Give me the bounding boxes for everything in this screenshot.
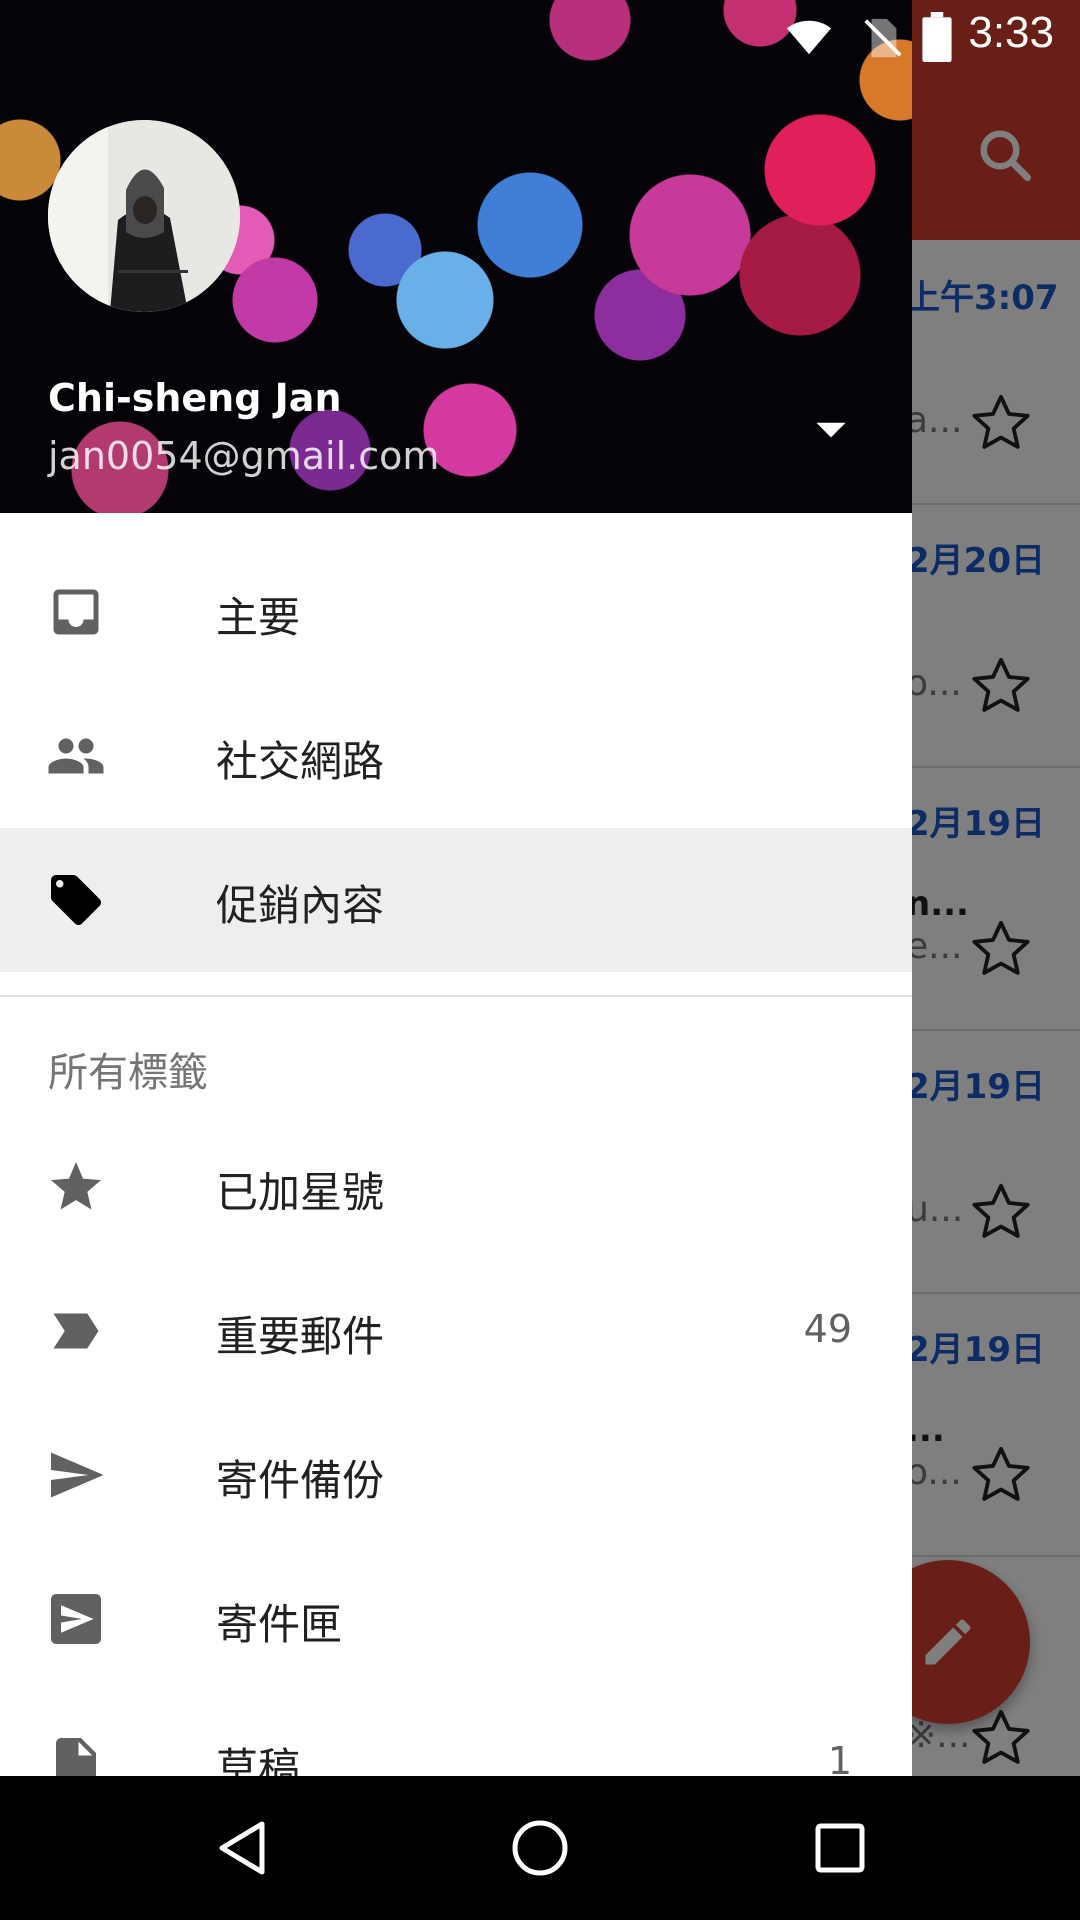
wifi-icon bbox=[786, 20, 832, 55]
back-icon[interactable] bbox=[210, 1816, 274, 1880]
no-sim-icon bbox=[864, 18, 902, 58]
inbox-icon bbox=[53, 589, 99, 635]
nav-item-important[interactable]: 重要郵件 49 bbox=[0, 1259, 912, 1403]
avatar-photo bbox=[48, 120, 240, 312]
unread-count: 49 bbox=[803, 1307, 852, 1351]
account-header[interactable]: Chi-sheng Jan jan0054@gmail.com bbox=[0, 0, 912, 513]
status-time: 3:33 bbox=[968, 8, 1054, 57]
nav-item-label: 促銷內容 bbox=[216, 881, 385, 930]
recents-icon[interactable] bbox=[808, 1816, 872, 1880]
status-bar: 3:33 bbox=[0, 0, 1080, 72]
avatar[interactable] bbox=[48, 120, 240, 312]
home-icon[interactable] bbox=[508, 1816, 572, 1880]
account-name: Chi-sheng Jan bbox=[48, 376, 342, 420]
nav-item-outbox[interactable]: 寄件匣 bbox=[0, 1547, 912, 1691]
account-dropdown-icon[interactable] bbox=[806, 404, 856, 454]
system-navigation-bar bbox=[0, 1776, 1080, 1920]
nav-item-label: 社交網路 bbox=[216, 737, 385, 786]
star-icon bbox=[51, 1162, 101, 1210]
nav-item-label: 已加星號 bbox=[216, 1168, 385, 1217]
battery-icon bbox=[922, 12, 952, 62]
navigation-drawer: Chi-sheng Jan jan0054@gmail.com 主要 社交網路 … bbox=[0, 0, 912, 1776]
nav-item-drafts[interactable]: 草稿 1 bbox=[0, 1691, 912, 1776]
nav-item-label: 寄件備份 bbox=[216, 1456, 385, 1505]
nav-item-social[interactable]: 社交網路 bbox=[0, 684, 912, 828]
outbox-icon bbox=[51, 1594, 101, 1644]
nav-item-primary[interactable]: 主要 bbox=[0, 540, 912, 684]
nav-item-promotions[interactable]: 促銷內容 bbox=[0, 828, 912, 972]
section-header: 所有標籤 bbox=[48, 1050, 208, 1096]
nav-item-label: 草稿 bbox=[216, 1744, 301, 1776]
tag-icon bbox=[51, 875, 101, 925]
unread-count: 1 bbox=[827, 1739, 852, 1776]
draft-icon bbox=[56, 1738, 96, 1776]
divider bbox=[0, 995, 912, 997]
important-icon bbox=[53, 1313, 99, 1349]
people-icon bbox=[48, 738, 104, 774]
nav-item-starred[interactable]: 已加星號 bbox=[0, 1115, 912, 1259]
send-icon bbox=[51, 1452, 104, 1498]
nav-item-label: 重要郵件 bbox=[216, 1312, 385, 1361]
account-email: jan0054@gmail.com bbox=[48, 434, 440, 478]
nav-item-label: 主要 bbox=[216, 593, 301, 642]
nav-item-label: 寄件匣 bbox=[216, 1600, 343, 1649]
nav-item-sent[interactable]: 寄件備份 bbox=[0, 1403, 912, 1547]
